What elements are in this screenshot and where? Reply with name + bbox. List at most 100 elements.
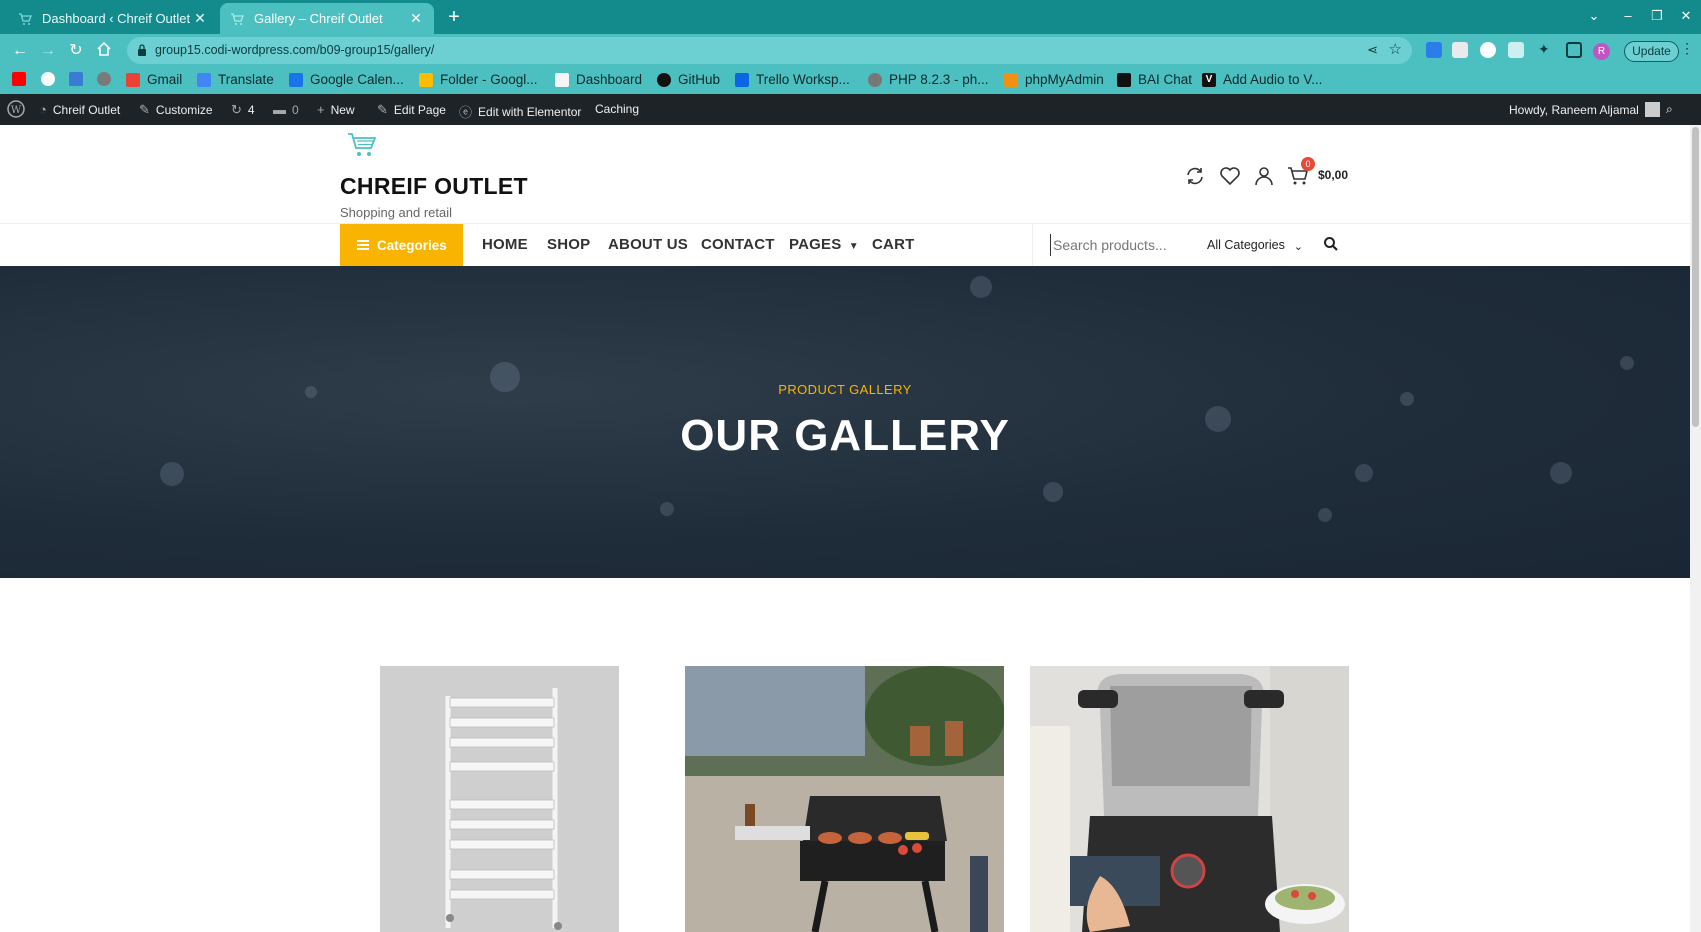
categories-button[interactable]: Categories: [340, 224, 463, 266]
page-scrollbar[interactable]: [1690, 125, 1701, 932]
share-icon[interactable]: ⋖: [1367, 42, 1378, 58]
drive-icon: [419, 72, 433, 87]
close-window-icon[interactable]: ✕: [1676, 8, 1696, 24]
admin-caching[interactable]: Caching: [595, 102, 639, 116]
tab-gallery[interactable]: Gallery – Chreif Outlet ✕: [220, 3, 434, 34]
close-tab-icon[interactable]: ✕: [192, 10, 208, 27]
nav-shop[interactable]: SHOP: [547, 236, 590, 253]
chat-icon: [1117, 72, 1131, 87]
back-icon[interactable]: ←: [10, 41, 30, 61]
svg-text:W: W: [11, 105, 22, 116]
wishlist-heart-icon[interactable]: [1219, 165, 1241, 187]
translate-icon: [197, 72, 211, 87]
puzzle-extensions-icon[interactable]: ✦: [1538, 41, 1554, 57]
nav-contact[interactable]: CONTACT: [701, 236, 775, 253]
nav-pages[interactable]: PAGES ▼: [789, 236, 859, 253]
bokeh-dot: [1550, 462, 1572, 484]
cart-total[interactable]: $0,00: [1318, 168, 1348, 182]
nav-home[interactable]: HOME: [482, 236, 528, 253]
new-tab-button[interactable]: +: [443, 6, 465, 28]
bookmark-github[interactable]: GitHub: [657, 72, 720, 87]
nav-about-us[interactable]: ABOUT US: [608, 236, 688, 253]
bokeh-dot: [660, 502, 674, 516]
category-select[interactable]: All Categories ⌄: [1195, 230, 1315, 260]
bookmark-label: Google Calen...: [310, 72, 404, 87]
browser-toolbar: ← → ↻ group15.codi-wordpress.com/b09-gro…: [0, 34, 1701, 67]
admin-account[interactable]: Howdy, Raneem Aljamal: [1509, 102, 1660, 117]
lock-icon: [137, 43, 147, 57]
url-text: group15.codi-wordpress.com/b09-group15/g…: [155, 43, 435, 57]
reload-icon[interactable]: ↻: [66, 41, 86, 61]
tab-search-chevron-icon[interactable]: ⌄: [1584, 8, 1604, 24]
bookmark-label: Translate: [218, 72, 274, 87]
gallery-image-bbq-grill[interactable]: [685, 666, 1004, 932]
bookmark-gmail[interactable]: Gmail: [126, 72, 182, 87]
admin-comments[interactable]: ▬ 0: [273, 102, 299, 117]
gallery-image-kitchen-robot[interactable]: [1030, 666, 1349, 932]
shopping-cart-logo-icon[interactable]: [347, 132, 377, 158]
nav-cart[interactable]: CART: [872, 236, 914, 253]
extension-icon[interactable]: [1452, 42, 1468, 58]
home-icon[interactable]: [94, 41, 114, 61]
profile-avatar[interactable]: R: [1593, 43, 1610, 60]
address-bar[interactable]: group15.codi-wordpress.com/b09-group15/g…: [127, 37, 1412, 64]
cart-count-badge: 0: [1301, 157, 1315, 171]
restore-icon[interactable]: ❐: [1647, 8, 1667, 24]
admin-site-name[interactable]: ◔ Chreif Outlet: [39, 102, 120, 117]
admin-caching-label: Caching: [595, 102, 640, 116]
site-tagline: Shopping and retail: [340, 205, 453, 220]
bookmark-phpmyadmin[interactable]: phpMyAdmin: [1004, 72, 1104, 87]
tab-dashboard[interactable]: Dashboard ‹ Chreif Outlet ✕: [8, 3, 218, 34]
bookmark-baichat[interactable]: BAI Chat: [1117, 72, 1192, 87]
bokeh-dot: [160, 462, 184, 486]
account-user-icon[interactable]: [1253, 165, 1275, 187]
bokeh-dot: [970, 276, 992, 298]
bokeh-dot: [1318, 508, 1332, 522]
side-panel-icon[interactable]: [1566, 42, 1582, 58]
admin-search-icon[interactable]: ⌕: [1666, 102, 1673, 117]
admin-customize-label: Customize: [155, 103, 213, 117]
admin-updates[interactable]: ↻ 4: [231, 102, 255, 118]
dashboard-gauge-icon: ◔: [39, 102, 47, 117]
bookmark-dashboard[interactable]: Dashboard: [555, 72, 642, 87]
gallery-image-towel-radiator[interactable]: [380, 666, 619, 932]
extension-icon[interactable]: [1426, 42, 1442, 58]
forward-icon[interactable]: →: [38, 41, 58, 61]
update-button[interactable]: Update: [1624, 41, 1679, 62]
bookmark-star-icon[interactable]: ☆: [1389, 40, 1402, 58]
bookmark-calendar[interactable]: Google Calen...: [289, 72, 404, 87]
github-icon: [657, 72, 671, 87]
doc-icon: [555, 72, 569, 87]
bookmark-globe[interactable]: [97, 72, 118, 86]
bookmark-trello[interactable]: Trello Worksp...: [735, 72, 850, 87]
hero-title: OUR GALLERY: [680, 411, 1010, 460]
admin-customize[interactable]: ✎ Customize: [139, 102, 213, 118]
bookmark-google[interactable]: [41, 72, 62, 86]
close-tab-icon[interactable]: ✕: [408, 10, 424, 27]
bookmark-label: Trello Worksp...: [756, 72, 850, 87]
search-input[interactable]: [1050, 234, 1190, 256]
bookmark-youtube[interactable]: [12, 72, 33, 86]
extension-icon[interactable]: [1480, 42, 1496, 58]
bookmark-drive[interactable]: Folder - Googl...: [419, 72, 538, 87]
admin-edit-elementor[interactable]: ⓔ Edit with Elementor: [459, 102, 581, 121]
minimize-icon[interactable]: –: [1618, 8, 1638, 23]
admin-new[interactable]: + New: [317, 102, 355, 117]
extension-icon[interactable]: [1508, 42, 1524, 58]
wordpress-logo-icon[interactable]: W: [7, 100, 25, 118]
bookmark-download[interactable]: [69, 72, 90, 86]
bookmark-label: Folder - Googl...: [440, 72, 538, 87]
bookmark-translate[interactable]: Translate: [197, 72, 274, 87]
hero-subtitle: PRODUCT GALLERY: [778, 382, 912, 397]
browser-menu-icon[interactable]: ⋮: [1680, 40, 1694, 57]
howdy-label: Howdy, Raneem Aljamal: [1509, 102, 1639, 117]
bookmark-php[interactable]: PHP 8.2.3 - ph...: [868, 72, 989, 87]
admin-edit-page[interactable]: ✎ Edit Page: [377, 102, 446, 118]
admin-edit-page-label: Edit Page: [393, 103, 446, 117]
scrollbar-thumb[interactable]: [1692, 127, 1699, 427]
compare-icon[interactable]: [1184, 165, 1206, 187]
bookmark-addaudio[interactable]: V Add Audio to V...: [1202, 72, 1322, 87]
site-title[interactable]: CHREIF OUTLET: [340, 173, 528, 200]
search-icon[interactable]: [1323, 236, 1341, 254]
phpmyadmin-icon: [1004, 72, 1018, 87]
